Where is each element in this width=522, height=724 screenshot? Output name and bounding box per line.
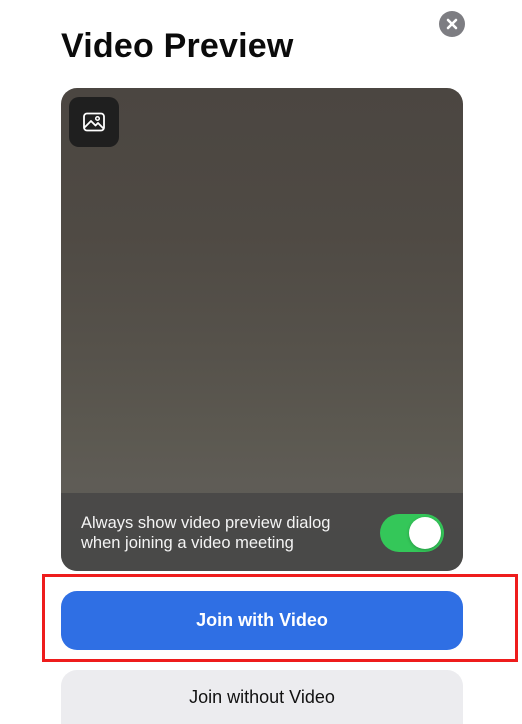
join-without-video-button[interactable]: Join without Video: [61, 670, 463, 724]
page-title: Video Preview: [61, 27, 294, 65]
preview-setting-line2: when joining a video meeting: [81, 534, 294, 552]
toggle-knob: [409, 517, 441, 549]
always-show-preview-toggle[interactable]: [380, 514, 444, 552]
preview-setting-label: Always show video preview dialog when jo…: [81, 513, 381, 553]
close-button[interactable]: [439, 11, 465, 37]
image-icon: [83, 112, 105, 132]
background-image-button[interactable]: [69, 97, 119, 147]
join-with-video-button[interactable]: Join with Video: [61, 591, 463, 650]
close-icon: [446, 18, 458, 30]
preview-setting-line1: Always show video preview dialog: [81, 514, 331, 532]
camera-preview: Always show video preview dialog when jo…: [61, 88, 463, 571]
video-preview-dialog: Video Preview Always show video preview …: [0, 0, 522, 724]
preview-setting-bar: Always show video preview dialog when jo…: [61, 493, 463, 571]
